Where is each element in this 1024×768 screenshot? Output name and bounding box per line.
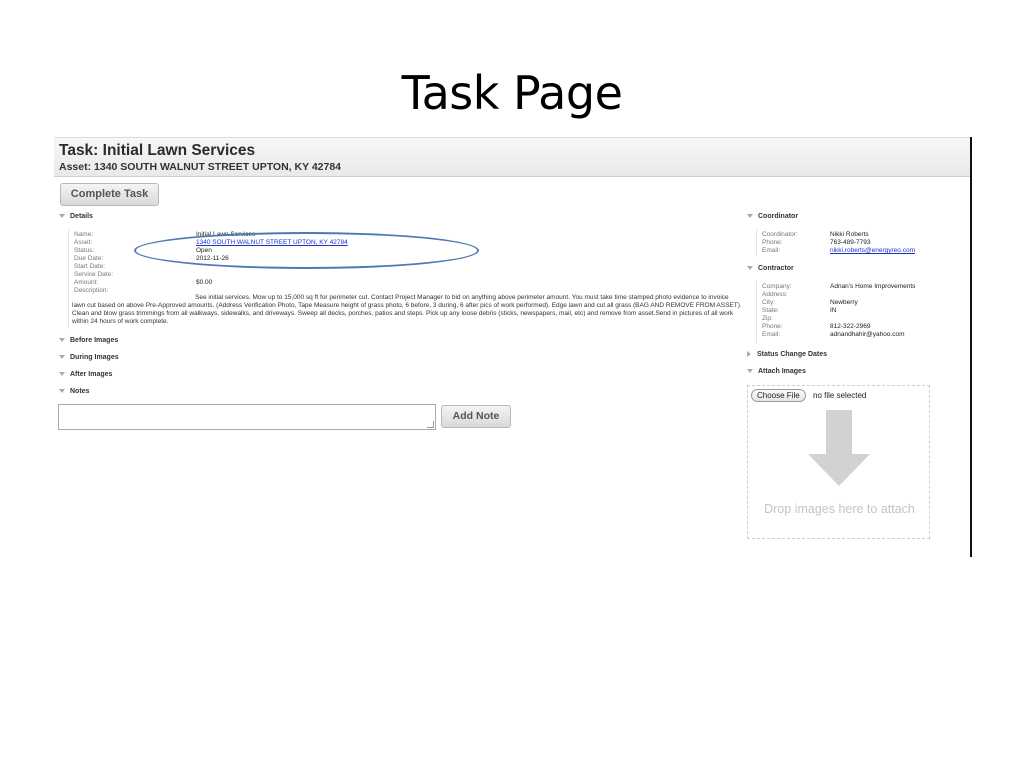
collapse-triangle-icon xyxy=(59,355,65,360)
status-change-dates-toggle[interactable]: Status Change Dates xyxy=(747,351,827,358)
contractor-email-value: adnandhahir@yahoo.com xyxy=(830,331,905,338)
coordinator-block xyxy=(756,229,760,257)
attach-images-heading: Attach Images xyxy=(758,368,806,375)
image-drop-zone[interactable]: Choose File no file selected Drop images… xyxy=(747,385,930,539)
collapse-triangle-icon xyxy=(747,214,753,219)
status-change-dates-heading: Status Change Dates xyxy=(757,351,828,358)
description-label: Description: xyxy=(74,287,109,294)
state-value: IN xyxy=(830,307,837,314)
asset-title: Asset: 1340 SOUTH WALNUT STREET UPTON, K… xyxy=(59,161,342,173)
coordinator-email-link[interactable]: nikki.roberts@energyreo.com xyxy=(830,247,915,254)
start-date-label: Start Date: xyxy=(74,263,106,270)
coordinator-name-value: Nikki Roberts xyxy=(830,231,869,238)
during-images-toggle[interactable]: During Images xyxy=(59,354,119,361)
zip-label: Zip: xyxy=(762,315,773,322)
task-page-screenshot: Task: Initial Lawn Services Asset: 1340 … xyxy=(54,137,972,557)
coordinator-email-label: Email: xyxy=(762,247,781,254)
asset-label: Asset: xyxy=(74,239,93,246)
collapse-triangle-icon xyxy=(747,369,753,374)
contractor-heading: Contractor xyxy=(758,265,794,272)
collapse-triangle-icon xyxy=(59,389,65,394)
contractor-block xyxy=(756,281,760,343)
collapse-triangle-icon xyxy=(59,214,65,219)
city-label: City: xyxy=(762,299,775,306)
details-section-toggle[interactable]: Details xyxy=(59,213,93,220)
coordinator-phone-label: Phone: xyxy=(762,239,783,246)
due-date-label: Due Date: xyxy=(74,255,104,262)
during-images-heading: During Images xyxy=(70,354,119,361)
address-label: Address: xyxy=(762,291,788,298)
complete-task-button[interactable]: Complete Task xyxy=(60,183,159,206)
amount-value: $0.00 xyxy=(196,279,213,286)
notes-toggle[interactable]: Notes xyxy=(59,388,89,395)
drop-images-text: Drop images here to attach xyxy=(764,502,915,516)
no-file-selected-text: no file selected xyxy=(813,391,867,400)
add-note-button[interactable]: Add Note xyxy=(441,405,511,428)
annotation-ellipse xyxy=(134,232,479,269)
state-label: State: xyxy=(762,307,779,314)
contractor-phone-label: Phone: xyxy=(762,323,783,330)
service-date-label: Service Date: xyxy=(74,271,114,278)
after-images-heading: After Images xyxy=(70,371,113,378)
collapse-triangle-icon xyxy=(59,338,65,343)
resize-grip-icon[interactable] xyxy=(427,421,434,428)
collapse-triangle-icon xyxy=(747,266,753,271)
choose-file-button[interactable]: Choose File xyxy=(751,389,806,402)
collapse-triangle-icon xyxy=(59,372,65,377)
before-images-heading: Before Images xyxy=(70,337,119,344)
slide-title: Task Page xyxy=(401,66,623,120)
coordinator-heading: Coordinator xyxy=(758,213,799,220)
company-label: Company: xyxy=(762,283,792,290)
contractor-section-toggle[interactable]: Contractor xyxy=(747,265,794,272)
amount-label: Amount: xyxy=(74,279,99,286)
contractor-email-label: Email: xyxy=(762,331,781,338)
coordinator-section-toggle[interactable]: Coordinator xyxy=(747,213,798,220)
expand-triangle-icon xyxy=(747,351,751,358)
task-header: Task: Initial Lawn Services Asset: 1340 … xyxy=(54,137,970,177)
note-input[interactable] xyxy=(58,404,436,430)
notes-heading: Notes xyxy=(70,388,90,395)
name-label: Name: xyxy=(74,231,94,238)
before-images-toggle[interactable]: Before Images xyxy=(59,337,118,344)
company-value: Adnan's Home Improvements xyxy=(830,283,916,290)
coordinator-label: Coordinator: xyxy=(762,231,798,238)
after-images-toggle[interactable]: After Images xyxy=(59,371,112,378)
coordinator-phone-value: 763-489-7793 xyxy=(830,239,871,246)
details-heading: Details xyxy=(70,213,93,220)
status-label: Status: xyxy=(74,247,95,254)
attach-images-toggle[interactable]: Attach Images xyxy=(747,368,806,375)
down-arrow-icon xyxy=(808,410,870,486)
city-value: Newberry xyxy=(830,299,858,306)
contractor-phone-value: 812-322-2969 xyxy=(830,323,871,330)
description-value: See initial services. Mow up to 15,000 s… xyxy=(72,294,742,325)
task-title: Task: Initial Lawn Services xyxy=(59,142,256,159)
